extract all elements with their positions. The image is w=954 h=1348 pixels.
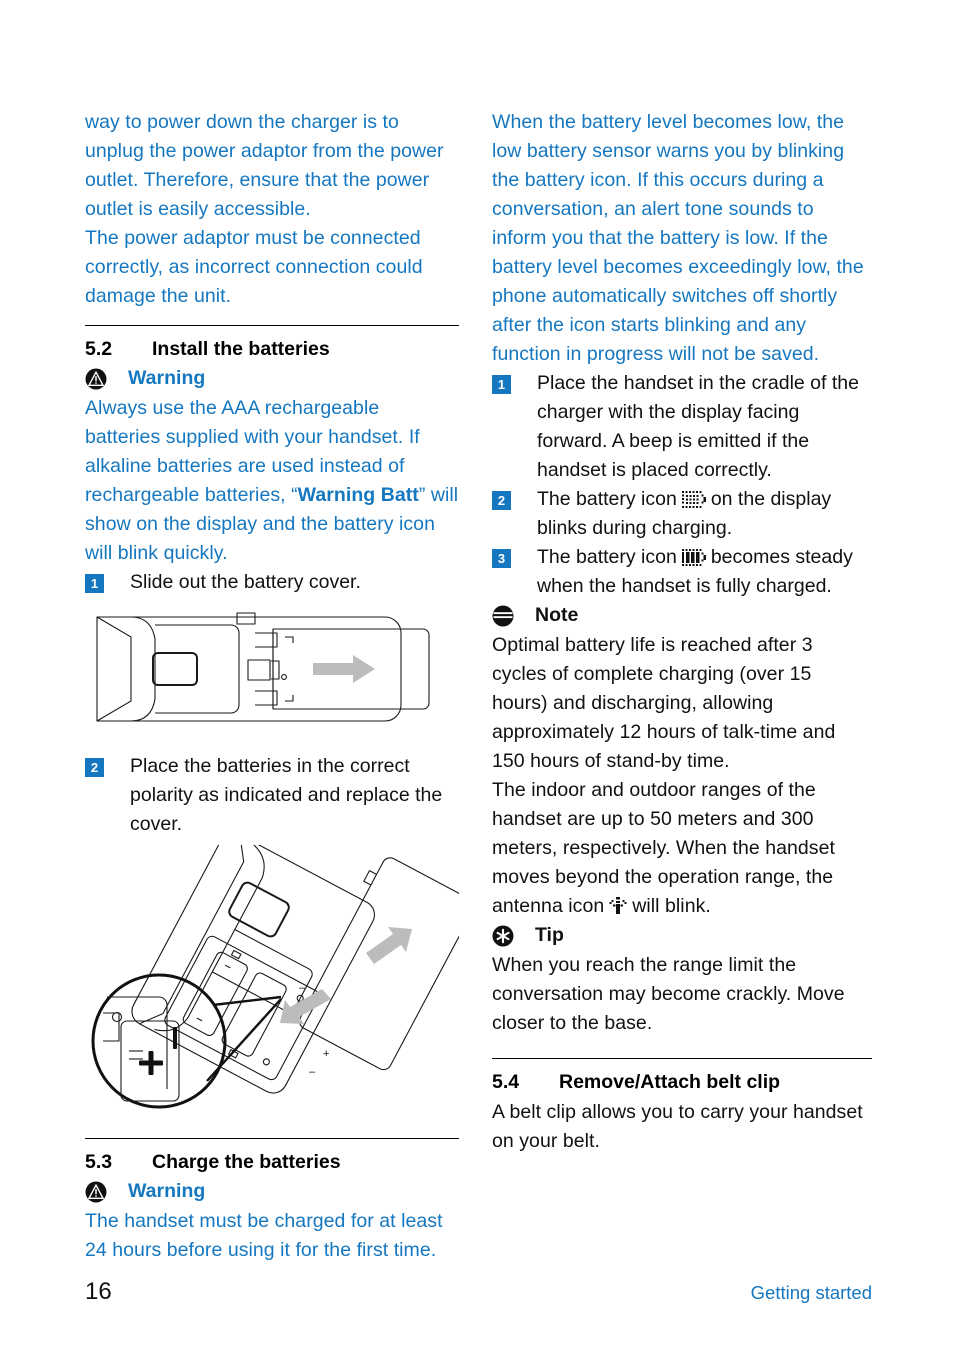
warning-callout-heading-5-2: Warning <box>85 365 459 392</box>
battery-full-icon <box>681 549 706 566</box>
figure-battery-polarity: + – + – <box>85 832 475 1122</box>
right-column: When the battery level becomes low, the … <box>492 108 872 1156</box>
section-5-4-text: A belt clip allows you to carry your han… <box>492 1101 863 1152</box>
note-label: Note <box>535 604 579 626</box>
note-icon <box>492 605 514 626</box>
battery-charging-icon <box>681 491 706 508</box>
step-text: The battery icon becomes steady when the … <box>537 543 872 601</box>
section-divider-5-4 <box>492 1058 872 1059</box>
intro-paragraph-1: way to power down the charger is to unpl… <box>85 111 444 220</box>
note-callout-heading: Note <box>492 602 872 629</box>
section-heading-5-4: 5.4 Remove/Attach belt clip <box>492 1068 872 1096</box>
page-number: 16 <box>85 1278 112 1305</box>
handset-battery-compartment-illustration: + – + – <box>91 832 475 1109</box>
install-steps-2: 2 Place the batteries in the correct pol… <box>85 752 459 839</box>
charging-steps: 1 Place the handset in the cradle of the… <box>492 369 872 601</box>
warning-text-5-2: Always use the AAA rechargeable batterie… <box>85 394 459 568</box>
warning-label: Warning <box>128 367 206 389</box>
install-steps: 1 Slide out the battery cover. <box>85 568 459 597</box>
step-text: Place the handset in the cradle of the c… <box>537 372 859 481</box>
step-badge: 1 <box>492 375 511 394</box>
step-badge: 2 <box>85 758 104 777</box>
step-item: 1 Place the handset in the cradle of the… <box>492 369 872 485</box>
tip-text: When you reach the range limit the conve… <box>492 954 845 1034</box>
warning-triangle-icon <box>85 368 107 389</box>
step-text: Slide out the battery cover. <box>130 571 361 593</box>
step-item: 2 Place the batteries in the correct pol… <box>85 752 459 839</box>
svg-text:+: + <box>323 1048 329 1060</box>
section-title: Charge the batteries <box>152 1151 341 1173</box>
cover-removal-arrows <box>280 927 412 1024</box>
section-heading-5-2: 5.2 Install the batteries <box>85 335 459 363</box>
svg-text:–: – <box>299 982 306 994</box>
warning-label: Warning <box>128 1180 206 1202</box>
tip-asterisk-icon <box>492 925 514 946</box>
section-number: 5.2 <box>85 338 113 360</box>
tip-callout-heading: Tip <box>492 922 872 949</box>
footer-section-name: Getting started <box>750 1282 872 1303</box>
step-badge: 2 <box>492 491 511 510</box>
step-badge: 1 <box>85 574 104 593</box>
antenna-icon <box>609 897 627 914</box>
step-badge: 3 <box>492 549 511 568</box>
warning-triangle-icon <box>85 1181 107 1202</box>
step-item: 3 The battery icon becomes steady when th… <box>492 543 872 601</box>
tip-label: Tip <box>535 924 564 946</box>
section-divider-5-2 <box>85 325 459 326</box>
note-paragraph-2: The indoor and outdoor ranges of the han… <box>492 776 872 921</box>
intro-paragraph-2: The power adaptor must be connected corr… <box>85 227 423 307</box>
note-paragraph-1: Optimal battery life is reached after 3 … <box>492 634 836 772</box>
page-footer: 16 Getting started <box>85 1278 872 1306</box>
manual-page: way to power down the charger is to unpl… <box>0 0 954 1348</box>
slide-direction-arrow <box>313 655 375 683</box>
svg-text:–: – <box>309 1066 316 1078</box>
note-text-after: will blink. <box>632 895 711 917</box>
step-text-before: The battery icon <box>537 488 677 510</box>
section-divider-5-3 <box>85 1138 459 1139</box>
step-item: 1 Slide out the battery cover. <box>85 568 459 597</box>
warning-callout-heading-5-3: Warning <box>85 1178 459 1205</box>
step-text-before: The battery icon <box>537 546 677 568</box>
section-number: 5.4 <box>492 1071 520 1093</box>
step-text: The battery icon on the display blinks du… <box>537 485 872 543</box>
section-title: Install the batteries <box>152 338 330 360</box>
section-heading-5-3: 5.3 Charge the batteries <box>85 1148 459 1176</box>
step-text: Place the batteries in the correct polar… <box>130 755 443 835</box>
left-column: way to power down the charger is to unpl… <box>85 108 475 1265</box>
step-item: 2 The battery icon on the display blinks … <box>492 485 872 543</box>
warning-text-bold: Warning Batt <box>297 484 419 506</box>
battery-low-paragraph: When the battery level becomes low, the … <box>492 111 864 365</box>
section-number: 5.3 <box>85 1151 113 1173</box>
section-title: Remove/Attach belt clip <box>559 1071 781 1093</box>
handset-back-illustration <box>96 612 430 722</box>
figure-sliding-battery-cover <box>85 605 459 738</box>
warning-text-5-3: The handset must be charged for at least… <box>85 1210 443 1261</box>
